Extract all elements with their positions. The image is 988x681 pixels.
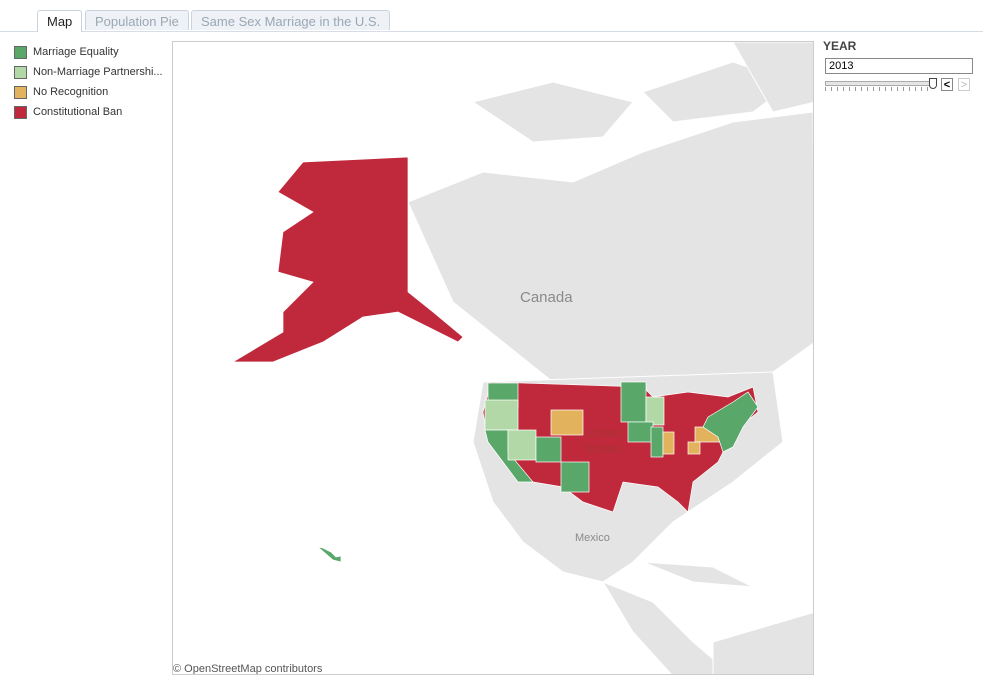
- label-united-states: United States: [584, 425, 622, 456]
- slider-ticks: [825, 87, 933, 91]
- next-year-button[interactable]: >: [958, 78, 970, 91]
- year-filter-title: YEAR: [823, 39, 857, 53]
- tab-population-pie[interactable]: Population Pie: [85, 10, 189, 30]
- year-filter: YEAR 2013 < >: [823, 39, 973, 91]
- legend-item[interactable]: Marriage Equality: [14, 42, 163, 62]
- state-colorado-utah: [535, 436, 562, 463]
- land-caribbean: [642, 561, 754, 588]
- legend-label: No Recognition: [33, 86, 109, 98]
- map-view[interactable]: Canada United States Mexico © OpenStreet…: [172, 41, 814, 675]
- tab-same-sex-marriage[interactable]: Same Sex Marriage in the U.S.: [191, 10, 391, 30]
- tab-map[interactable]: Map: [37, 10, 83, 32]
- swatch: [14, 65, 27, 79]
- label-mexico: Mexico: [575, 532, 610, 544]
- state-illinois: [650, 426, 664, 458]
- label-canada: Canada: [520, 289, 573, 306]
- state-indiana: [662, 431, 675, 455]
- land-canada: [407, 111, 813, 383]
- legend-label: Marriage Equality: [33, 46, 119, 58]
- legend-item[interactable]: No Recognition: [14, 82, 163, 102]
- state-hawaii: [316, 546, 342, 563]
- state-wisconsin: [645, 396, 665, 426]
- tab-bar: Map Population Pie Same Sex Marriage in …: [0, 10, 983, 32]
- swatch: [14, 85, 27, 99]
- slider-track: [825, 81, 935, 86]
- state-minnesota: [620, 381, 647, 423]
- legend-item[interactable]: Non-Marriage Partnershi...: [14, 62, 163, 82]
- swatch: [14, 45, 27, 59]
- state-wyoming: [550, 409, 584, 436]
- prev-year-button[interactable]: <: [941, 78, 953, 91]
- state-nevada: [507, 429, 537, 461]
- legend-item[interactable]: Constitutional Ban: [14, 102, 163, 122]
- legend-label: Constitutional Ban: [33, 106, 123, 118]
- legend-label: Non-Marriage Partnershi...: [33, 66, 163, 78]
- land-south-america: [712, 612, 813, 674]
- map-attribution[interactable]: © OpenStreetMap contributors: [173, 663, 323, 674]
- state-oregon: [484, 399, 519, 431]
- state-alaska: [231, 156, 464, 363]
- year-input[interactable]: 2013: [825, 58, 973, 74]
- slider-thumb[interactable]: [929, 78, 937, 89]
- state-new-mexico: [560, 461, 590, 493]
- swatch: [14, 105, 27, 119]
- map-canvas: [231, 42, 813, 674]
- year-slider[interactable]: [825, 78, 939, 91]
- state-west-virginia: [687, 441, 701, 455]
- legend: Marriage Equality Non-Marriage Partnersh…: [14, 42, 163, 122]
